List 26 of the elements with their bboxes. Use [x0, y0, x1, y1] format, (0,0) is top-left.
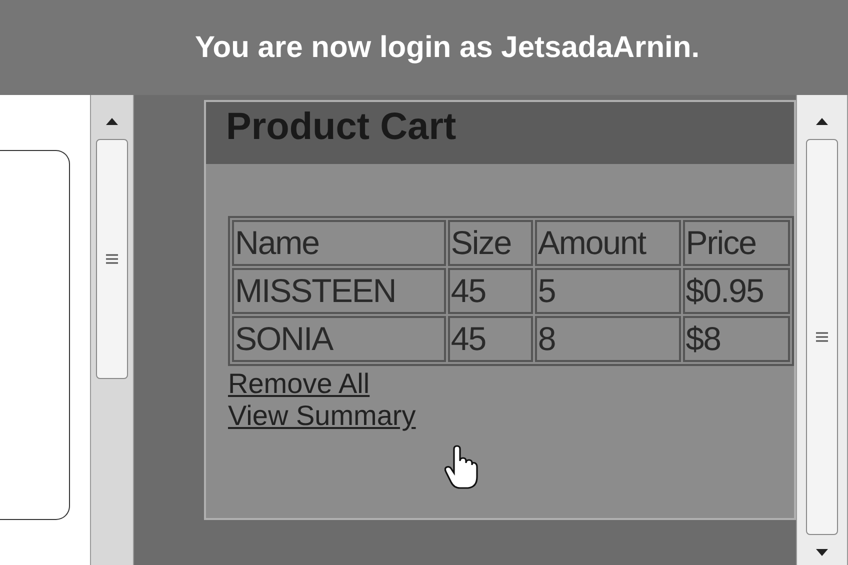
table-cell: 8: [534, 316, 681, 362]
table-cell: MISSTEEN: [232, 268, 446, 314]
scroll-down-icon[interactable]: [816, 549, 828, 557]
cart-link[interactable]: View Summary: [228, 400, 416, 432]
grip-icon: [816, 331, 828, 343]
scrollbar[interactable]: [796, 95, 848, 565]
table-cell: $0.95: [682, 268, 790, 314]
column-header: Name: [232, 220, 446, 266]
hand-cursor-icon: [444, 445, 478, 489]
scroll-thumb[interactable]: [96, 139, 128, 379]
table-cell: 45: [448, 268, 533, 314]
scroll-up-icon[interactable]: [816, 117, 828, 125]
table-cell: SONIA: [232, 316, 446, 362]
cart-link[interactable]: Remove All: [228, 368, 370, 400]
scroll-thumb[interactable]: [806, 139, 838, 535]
login-banner: You are now login as JetsadaArnin.: [0, 0, 848, 95]
table-cell: 5: [534, 268, 681, 314]
scroll-up-icon[interactable]: [106, 117, 118, 125]
column-header: Amount: [534, 220, 681, 266]
table-cell: 45: [448, 316, 533, 362]
cart-title: Product Cart: [206, 102, 794, 164]
grip-icon: [106, 253, 118, 265]
column-header: Size: [448, 220, 533, 266]
scrollbar[interactable]: [90, 95, 134, 565]
table-cell: $8: [682, 316, 790, 362]
column-header: Price: [682, 220, 790, 266]
